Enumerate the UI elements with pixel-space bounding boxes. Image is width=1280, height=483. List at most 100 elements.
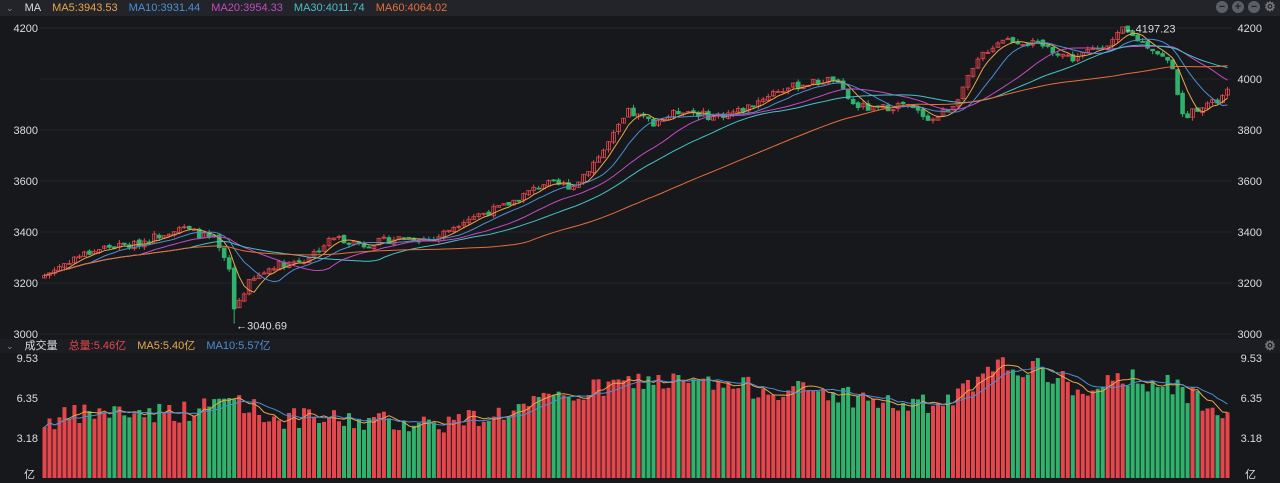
candle-body	[925, 115, 931, 121]
volume-bar	[921, 394, 926, 478]
volume-bar	[302, 408, 307, 478]
right-axis-tick: 3200	[1238, 278, 1262, 290]
candle-body	[401, 237, 407, 240]
volume-bar	[1195, 391, 1200, 478]
candle-body	[122, 242, 127, 245]
volume-bar	[1135, 383, 1140, 478]
candle-body	[1165, 56, 1170, 61]
volume-bar	[471, 410, 476, 478]
candle-body	[1180, 92, 1185, 115]
candle-body	[366, 246, 372, 249]
volume-bar	[411, 425, 416, 478]
volume-bar	[1090, 390, 1095, 478]
kline-chart[interactable]: 4200 4200 4000 3800 3800 3600 3600 3400 3400 3200…	[0, 0, 1280, 483]
volume-bar	[631, 388, 636, 478]
volume-bar	[217, 398, 222, 478]
volume-bar	[292, 408, 297, 478]
volume-bar	[431, 422, 436, 478]
volume-bar	[461, 425, 466, 478]
volume-left-tick: 6.35	[17, 393, 38, 405]
volume-bar	[361, 429, 366, 478]
volume-bar	[252, 399, 257, 478]
left-axis-tick: 3800	[14, 125, 38, 137]
volume-bar	[1100, 386, 1105, 478]
volume-bar	[671, 373, 676, 478]
volume-bar	[726, 381, 731, 478]
volume-bar	[1115, 373, 1120, 478]
volume-bar	[102, 412, 107, 478]
volume-unit-label: 亿	[24, 468, 35, 481]
volume-bar	[327, 417, 332, 478]
volume-right-tick: 6.35	[1241, 393, 1262, 405]
volume-bar	[551, 395, 556, 478]
volume-bar	[456, 414, 461, 478]
volume-bar	[1210, 407, 1215, 478]
volume-bar	[841, 387, 846, 478]
volume-bar	[611, 379, 616, 478]
volume-bar	[1080, 393, 1085, 478]
high-annotation: ←4197.23	[1125, 24, 1176, 36]
volume-bar	[212, 399, 217, 478]
volume-bar	[87, 411, 92, 478]
volume-bar	[766, 394, 771, 478]
volume-bar	[1025, 374, 1030, 478]
volume-bar	[237, 395, 242, 478]
volume-bar	[341, 425, 346, 478]
volume-bar	[332, 410, 337, 478]
volume-bar	[287, 412, 292, 478]
volume-bar	[901, 403, 906, 478]
volume-bar	[67, 418, 72, 478]
volume-bar	[926, 412, 931, 478]
volume-bar	[1165, 374, 1170, 478]
candle-body	[631, 107, 636, 117]
volume-bar	[92, 418, 97, 478]
volume-bar	[701, 378, 706, 478]
volume-bar	[282, 428, 287, 478]
candle-body	[1015, 42, 1021, 45]
volume-bar	[731, 388, 736, 478]
volume-bar	[1085, 395, 1090, 478]
volume-bar	[861, 392, 866, 478]
volume-bar	[1220, 418, 1225, 478]
volume-bar	[626, 376, 631, 478]
volume-bar	[501, 419, 506, 478]
candle-body	[157, 234, 162, 239]
volume-bar	[242, 413, 247, 478]
volume-bar	[995, 359, 1000, 478]
volume-bar	[506, 417, 511, 478]
volume-bar	[312, 417, 317, 478]
right-axis-tick: 3400	[1238, 227, 1262, 239]
volume-bar	[970, 391, 975, 478]
volume-bar	[876, 407, 881, 478]
volume-bar	[681, 379, 686, 478]
volume-bar	[346, 413, 351, 478]
volume-bar	[1035, 358, 1040, 478]
volume-bar	[1015, 375, 1020, 478]
volume-bar	[881, 402, 886, 478]
volume-bar	[786, 390, 791, 478]
volume-bar	[1105, 375, 1110, 478]
volume-bar	[386, 418, 391, 478]
volume-bar	[366, 417, 371, 478]
volume-bar	[985, 366, 990, 478]
volume-bar	[771, 394, 776, 478]
volume-bar	[486, 420, 491, 478]
volume-bar	[536, 396, 541, 478]
volume-bar	[1075, 389, 1080, 478]
volume-bar	[526, 406, 531, 478]
volume-bar	[781, 396, 786, 478]
volume-bar	[950, 405, 955, 478]
volume-bar	[147, 408, 152, 478]
volume-bar	[376, 413, 381, 478]
volume-bar	[741, 377, 746, 478]
volume-bar	[975, 376, 980, 478]
volume-bar	[1225, 412, 1230, 478]
volume-bar	[1205, 408, 1210, 478]
candle-body	[1175, 69, 1180, 95]
volume-bar	[601, 395, 606, 478]
volume-bar	[1170, 394, 1175, 478]
volume-bar	[47, 418, 52, 478]
low-annotation: ←3040.69	[236, 321, 287, 333]
volume-bar	[117, 406, 122, 478]
candle-body	[850, 98, 856, 105]
